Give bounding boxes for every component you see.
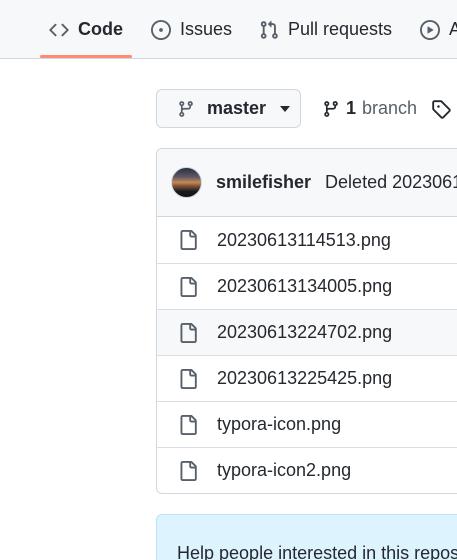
file-row[interactable]: 20230613225425.png (157, 355, 457, 401)
file-icon (180, 277, 197, 297)
tab-actions-label: A (449, 19, 457, 39)
file-icon (180, 415, 197, 435)
branches-link[interactable]: 1 branch (322, 89, 417, 128)
commit-author-link[interactable]: smilefisher (216, 172, 311, 193)
tab-issues-label: Issues (180, 19, 233, 39)
file-row[interactable]: typora-icon.png (157, 401, 457, 447)
branch-count: 1 (346, 98, 357, 118)
tab-pull-requests[interactable]: Pull requests (259, 0, 392, 59)
file-name-link[interactable]: 20230613134005.png (217, 276, 392, 297)
avatar[interactable] (171, 167, 202, 198)
file-list: smilefisher Deleted 202306132 2023061311… (156, 148, 457, 494)
file-name-link[interactable]: 20230613114513.png (217, 230, 391, 251)
issue-opened-icon (151, 19, 171, 40)
tab-code[interactable]: Code (49, 0, 123, 59)
file-name-link[interactable]: 20230613224702.png (217, 322, 392, 343)
tab-issues[interactable]: Issues (151, 0, 232, 59)
file-icon (180, 461, 197, 481)
git-branch-icon (179, 100, 193, 117)
git-pull-request-icon (260, 20, 278, 39)
file-name-link[interactable]: 20230613225425.png (217, 368, 392, 389)
file-icon (180, 230, 197, 250)
git-branch-icon (324, 100, 338, 117)
play-icon (420, 19, 440, 40)
file-row[interactable]: typora-icon2.png (157, 447, 457, 493)
add-readme-prompt: Help people interested in this reposi (156, 514, 457, 560)
chevron-down-icon (280, 105, 291, 112)
readme-prompt-text: Help people interested in this reposi (177, 543, 457, 560)
repo-nav: Code Issues Pull requests A (0, 0, 457, 59)
current-branch-name: master (207, 98, 267, 118)
branch-select-button[interactable]: master (156, 89, 301, 128)
file-row[interactable]: 20230613134005.png (157, 263, 457, 309)
file-name-link[interactable]: typora-icon.png (217, 414, 341, 435)
tab-actions[interactable]: A (420, 0, 457, 59)
commit-message-link[interactable]: Deleted 202306132 (325, 172, 457, 193)
file-row[interactable]: 20230613114513.png (157, 217, 457, 263)
file-row[interactable]: 20230613224702.png (157, 309, 457, 355)
file-icon (180, 369, 197, 389)
tag-icon[interactable] (431, 99, 451, 119)
file-name-link[interactable]: typora-icon2.png (217, 460, 351, 481)
repository-page: Code Issues Pull requests A master 1 bra… (0, 0, 457, 560)
tab-pull-requests-label: Pull requests (288, 19, 393, 39)
tab-code-label: Code (78, 19, 123, 39)
file-icon (180, 323, 197, 343)
code-icon (49, 23, 69, 36)
branch-count-label: branch (362, 98, 418, 118)
latest-commit-bar: smilefisher Deleted 202306132 (157, 149, 457, 217)
selected-tab-underline (40, 55, 132, 58)
